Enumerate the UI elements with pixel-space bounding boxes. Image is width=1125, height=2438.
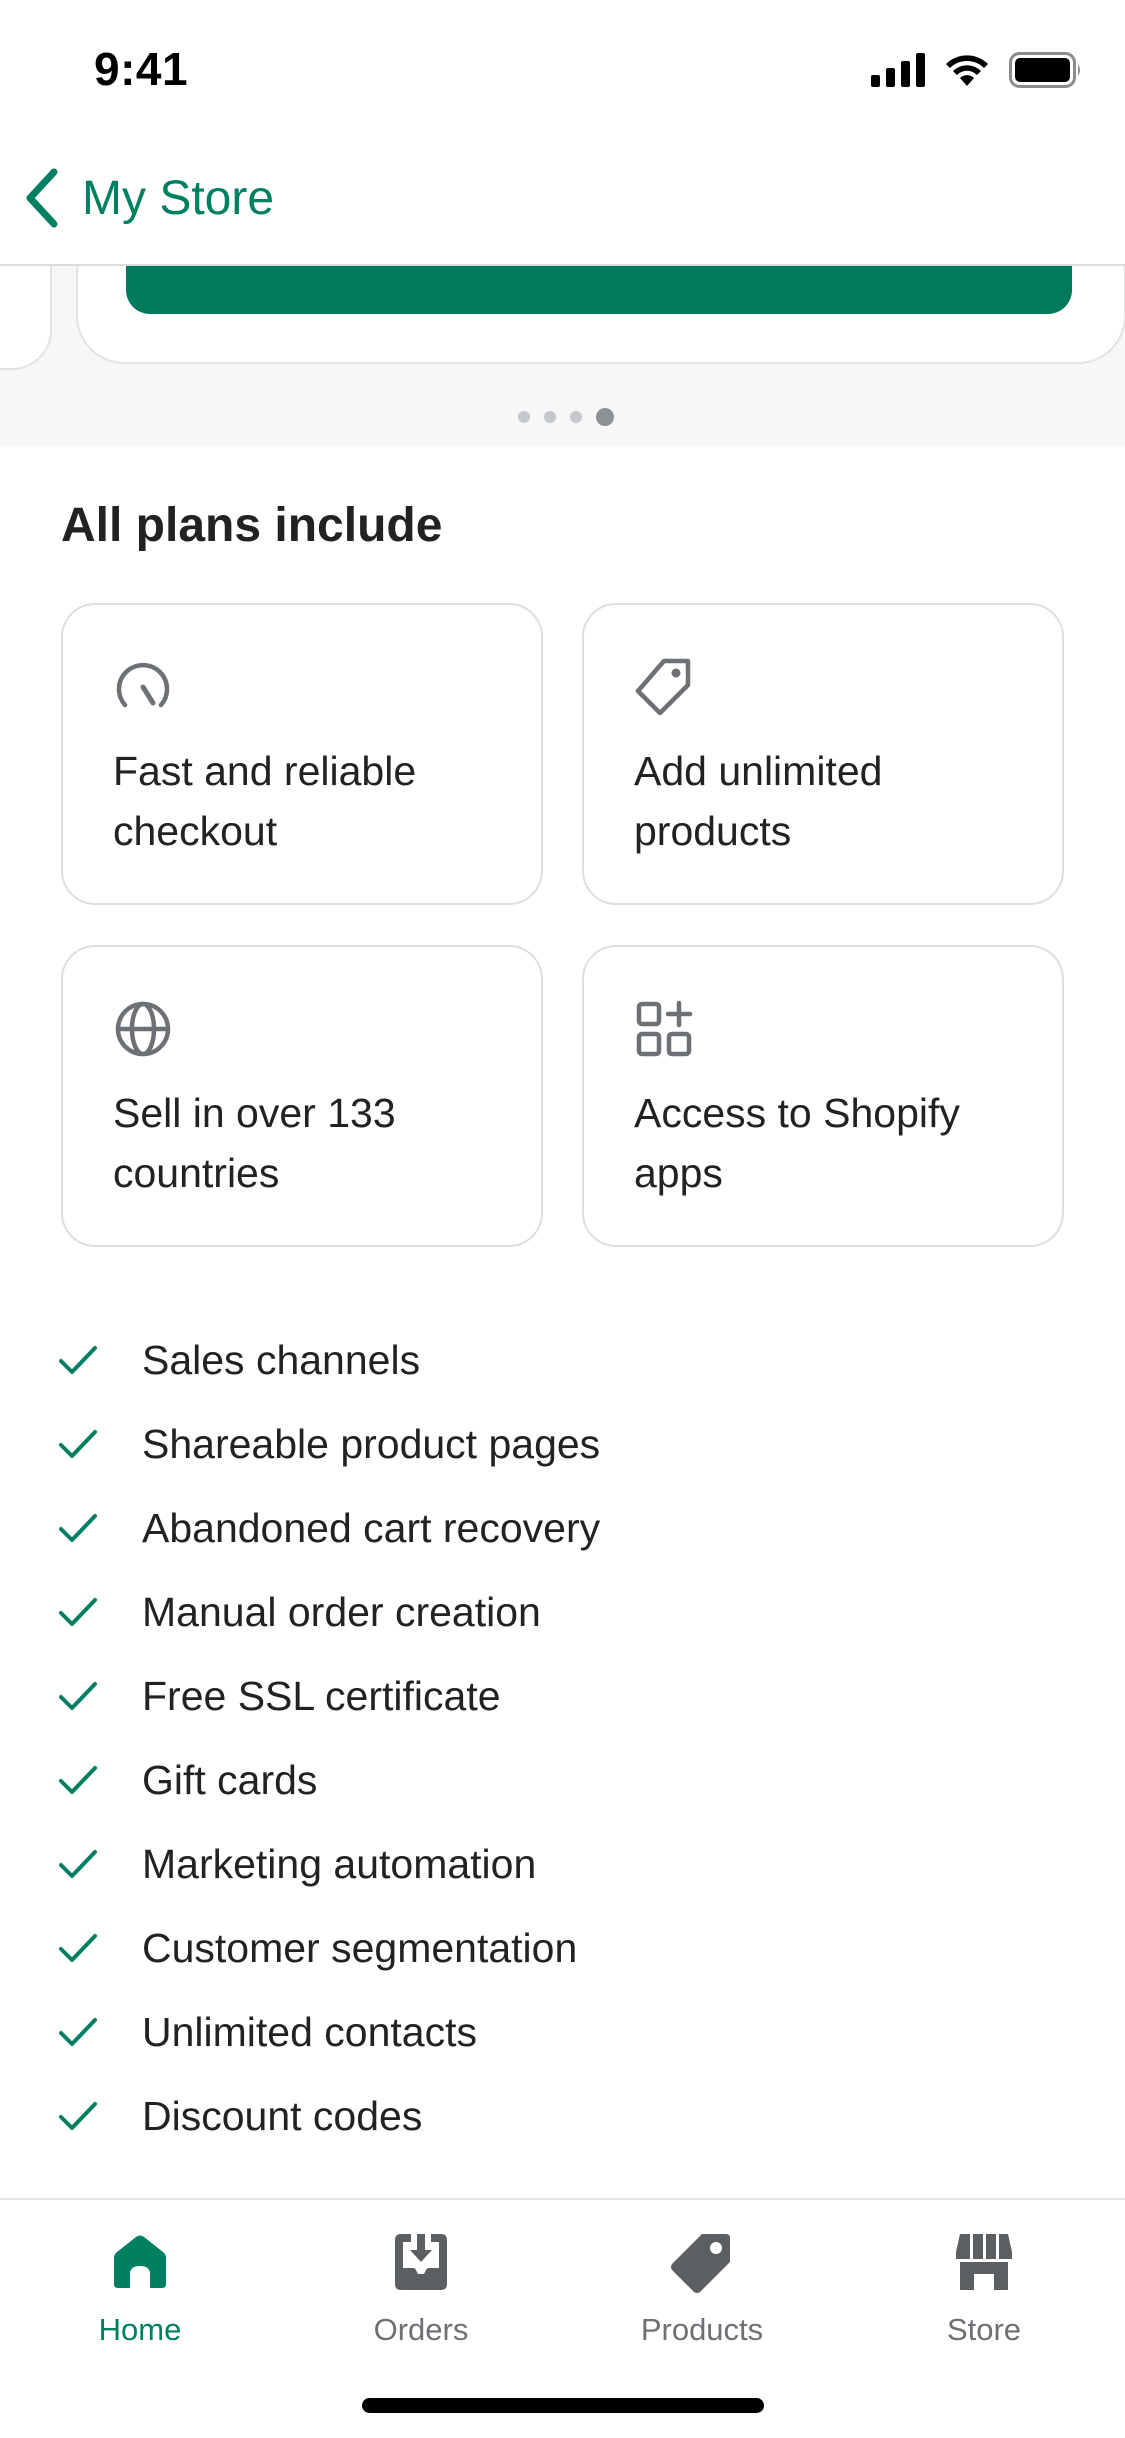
tag-icon: [671, 2234, 730, 2293]
wifi-icon: [946, 55, 988, 86]
list-item: Customer segmentation: [58, 1906, 600, 1990]
checkmark-icon: [59, 1598, 97, 1626]
feature-label: Access to Shopify apps: [634, 1090, 960, 1196]
plan-carousel[interactable]: [0, 266, 1125, 446]
list-item-label: Shareable product pages: [142, 1420, 601, 1467]
globe-icon: [115, 1001, 171, 1057]
feature-card-checkout: Fast and reliable checkout: [61, 603, 543, 905]
tab-home[interactable]: Home: [40, 2230, 240, 2370]
list-item-label: Free SSL certificate: [142, 1672, 501, 1719]
select-plan-button[interactable]: [126, 266, 1072, 314]
checkmark-icon: [59, 1430, 97, 1458]
list-item: Sales channels: [58, 1318, 600, 1402]
speedometer-icon: [116, 662, 170, 708]
battery-icon: [1009, 52, 1080, 88]
tab-label: Home: [98, 2312, 182, 2347]
checkmark-icon: [59, 1766, 97, 1794]
checkmark-icon: [59, 1346, 97, 1374]
status-icons: [871, 52, 1083, 88]
list-item: Abandoned cart recovery: [58, 1486, 600, 1570]
feature-card-products: Add unlimited products: [582, 603, 1064, 905]
back-button[interactable]: My Store: [22, 166, 274, 230]
list-item-label: Customer segmentation: [142, 1924, 578, 1971]
checkmark-icon: [59, 1682, 97, 1710]
list-item-label: Manual order creation: [142, 1588, 541, 1635]
checkmark-icon: [59, 1850, 97, 1878]
checkmark-icon: [59, 2102, 97, 2130]
list-item-label: Marketing automation: [142, 1840, 537, 1887]
carousel-page-indicator[interactable]: [518, 408, 614, 426]
carousel-dot[interactable]: [570, 411, 582, 423]
list-item-label: Discount codes: [142, 2092, 423, 2139]
list-item: Marketing automation: [58, 1822, 600, 1906]
orders-icon: [395, 2234, 447, 2290]
section-title: All plans include: [61, 499, 443, 552]
included-features-list: Sales channels Shareable product pages A…: [58, 1318, 600, 2158]
feature-card-apps: Access to Shopify apps: [582, 945, 1064, 1247]
list-item: Shareable product pages: [58, 1402, 600, 1486]
checkmark-icon: [59, 2018, 97, 2046]
apps-icon: [636, 1000, 693, 1057]
feature-label: Add unlimited products: [634, 748, 883, 854]
tab-store[interactable]: Store: [884, 2230, 1084, 2370]
carousel-dot[interactable]: [544, 411, 556, 423]
feature-label: Fast and reliable checkout: [113, 748, 417, 854]
tab-orders[interactable]: Orders: [321, 2230, 521, 2370]
tab-label: Orders: [373, 2312, 469, 2347]
carousel-dot[interactable]: [518, 411, 530, 423]
navigation-bar: My Store: [0, 132, 1125, 266]
list-item: Discount codes: [58, 2074, 600, 2158]
chevron-left-icon: [26, 168, 58, 228]
status-time: 9:41: [94, 43, 189, 95]
list-item: Manual order creation: [58, 1570, 600, 1654]
home-icon: [114, 2235, 166, 2288]
checkmark-icon: [59, 1514, 97, 1542]
list-item-label: Unlimited contacts: [142, 2008, 477, 2055]
checkmark-icon: [59, 1934, 97, 1962]
list-item: Unlimited contacts: [58, 1990, 600, 2074]
store-icon: [956, 2234, 1012, 2290]
tab-label: Store: [946, 2312, 1022, 2347]
list-item-label: Abandoned cart recovery: [142, 1504, 601, 1551]
tab-products[interactable]: Products: [602, 2230, 802, 2370]
list-item-label: Gift cards: [142, 1756, 318, 1803]
feature-label: Sell in over 133 countries: [113, 1090, 396, 1196]
cellular-signal-icon: [871, 53, 925, 87]
carousel-card-previous[interactable]: [0, 266, 52, 370]
status-bar: 9:41: [0, 0, 1125, 132]
home-indicator[interactable]: [362, 2398, 764, 2413]
carousel-dot-active[interactable]: [596, 408, 614, 426]
list-item: Free SSL certificate: [58, 1654, 600, 1738]
carousel-card-current[interactable]: [76, 266, 1125, 364]
list-item: Gift cards: [58, 1738, 600, 1822]
tab-label: Products: [640, 2312, 764, 2347]
tag-icon: [635, 658, 691, 716]
list-item-label: Sales channels: [142, 1336, 421, 1383]
feature-card-countries: Sell in over 133 countries: [61, 945, 543, 1247]
back-button-label: My Store: [82, 171, 275, 225]
